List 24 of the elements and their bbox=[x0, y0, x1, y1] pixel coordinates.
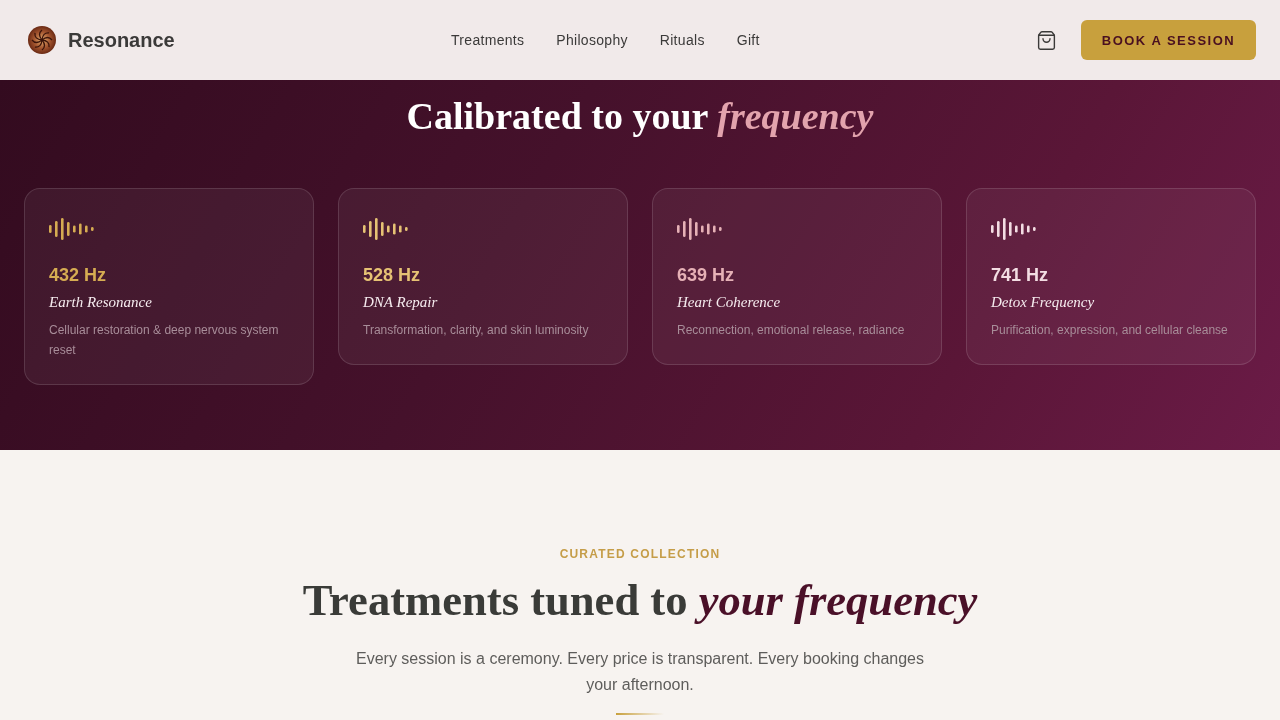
card-description: Reconnection, emotional release, radiance bbox=[677, 322, 905, 339]
hero-heading: Calibrated to your frequency bbox=[405, 94, 875, 138]
card-title: Heart Coherence bbox=[677, 293, 781, 312]
nav-link[interactable]: Rituals bbox=[659, 32, 705, 48]
frequency-value: 432 Hz bbox=[49, 264, 107, 286]
section-eyebrow: CURATED COLLECTION bbox=[559, 546, 721, 562]
card-title: Earth Resonance bbox=[49, 293, 152, 312]
section-intro: Every session is a ceremony. Every price is transparent. Every booking changes your afternoon. bbox=[355, 649, 925, 695]
frequency-value: 639 Hz bbox=[677, 264, 735, 286]
nav-link[interactable]: Treatments bbox=[451, 32, 525, 48]
frequency-value: 741 Hz bbox=[991, 264, 1049, 286]
nav-link[interactable]: Gift bbox=[736, 32, 760, 48]
shopping-bag-icon[interactable] bbox=[1036, 29, 1057, 51]
frequency-value: 528 Hz bbox=[363, 264, 421, 286]
card-title: Detox Frequency bbox=[991, 293, 1095, 312]
section-heading: Treatments tuned to your frequency bbox=[302, 574, 978, 627]
card-description: Cellular restoration & deep nervous system reset bbox=[49, 322, 280, 359]
nav-link[interactable]: Philosophy bbox=[556, 32, 628, 48]
card-description: Transformation, clarity, and skin luminosity bbox=[363, 322, 589, 339]
spiral-logo-icon bbox=[28, 26, 56, 54]
card-title: DNA Repair bbox=[363, 293, 438, 312]
brand-name: Resonance bbox=[68, 28, 175, 52]
book-session-button[interactable]: BOOK A SESSION bbox=[1081, 20, 1256, 60]
card-description: Purification, expression, and cellular cleanse bbox=[991, 322, 1228, 339]
